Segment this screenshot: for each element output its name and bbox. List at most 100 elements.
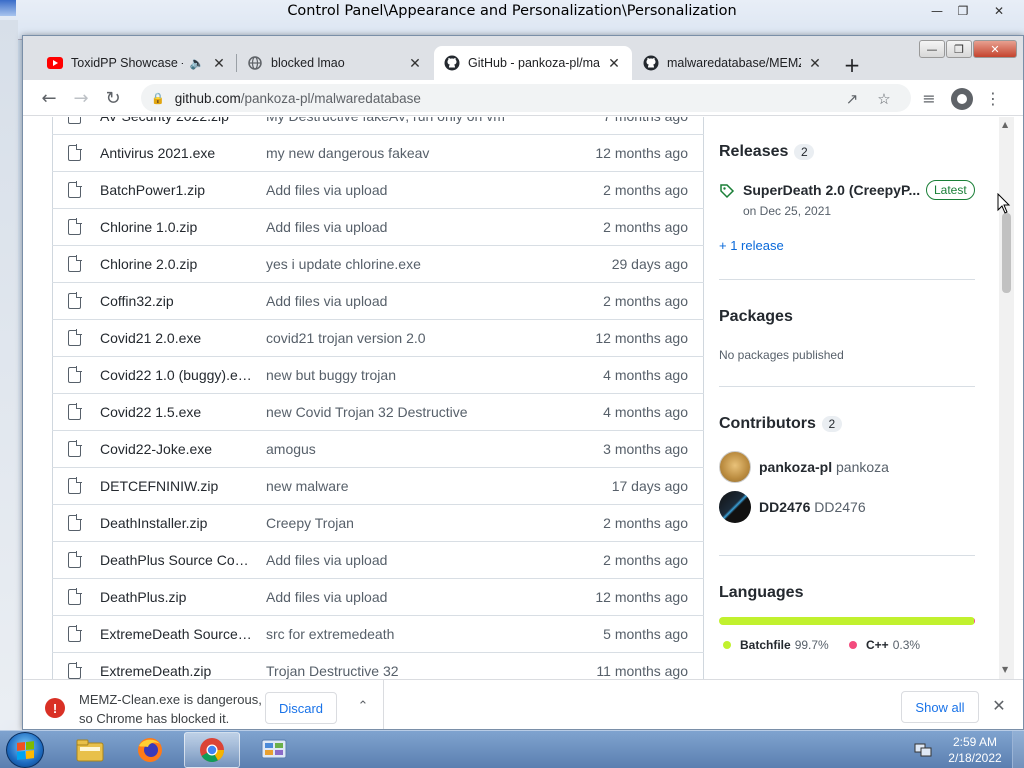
- commit-message-link[interactable]: Add files via upload: [266, 552, 566, 568]
- commit-message-link[interactable]: Add files via upload: [266, 219, 566, 235]
- avatar-dd2476[interactable]: [719, 491, 751, 523]
- contributor-pankoza[interactable]: pankoza-pl pankoza: [759, 459, 889, 475]
- taskbar-control-panel[interactable]: [246, 732, 302, 768]
- language-batchfile[interactable]: Batchfile 99.7%: [723, 638, 829, 652]
- close-window-button[interactable]: ✕: [973, 40, 1017, 58]
- scroll-down-arrow-icon[interactable]: ▼: [1002, 665, 1008, 674]
- file-row[interactable]: ExtremeDeath Source ... src for extremede…: [52, 615, 704, 652]
- file-row[interactable]: ExtremeDeath.zip Trojan Destructive 32 11 …: [52, 652, 704, 679]
- file-row[interactable]: AV Security 2022.zip My Destructive fakeA…: [52, 117, 704, 134]
- file-row[interactable]: Covid22 1.5.exe new Covid Trojan 32 Destr…: [52, 393, 704, 430]
- file-name-link[interactable]: Chlorine 2.0.zip: [100, 256, 252, 272]
- commit-message-link[interactable]: Add files via upload: [266, 182, 566, 198]
- taskbar-explorer[interactable]: [62, 732, 118, 768]
- tab-close-icon[interactable]: ✕: [211, 55, 227, 72]
- file-row[interactable]: DeathPlus Source Cod... Add files via upl…: [52, 541, 704, 578]
- commit-message-link[interactable]: new Covid Trojan 32 Destructive: [266, 404, 566, 420]
- scroll-thumb[interactable]: [1002, 213, 1011, 293]
- discard-button[interactable]: Discard: [265, 692, 337, 724]
- minimize-button[interactable]: —: [919, 40, 945, 58]
- tab-close-icon[interactable]: ✕: [807, 55, 823, 72]
- file-name-link[interactable]: ExtremeDeath Source ...: [100, 626, 252, 642]
- start-button[interactable]: [6, 732, 44, 768]
- file-row[interactable]: DeathPlus.zip Add files via upload 12 mont…: [52, 578, 704, 615]
- bookmark-star-icon[interactable]: ☆: [873, 88, 895, 110]
- contributors-heading[interactable]: Contributors 2: [719, 415, 842, 433]
- commit-message-link[interactable]: yes i update chlorine.exe: [266, 256, 566, 272]
- address-bar[interactable]: 🔒 github.com/pankoza-pl/malwaredatabase …: [141, 84, 911, 112]
- releases-heading[interactable]: Releases 2: [719, 143, 815, 161]
- language-cpp[interactable]: C++ 0.3%: [849, 638, 920, 652]
- file-row[interactable]: Antivirus 2021.exe my new dangerous fakea…: [52, 134, 704, 171]
- tab-blocked[interactable]: blocked lmao ✕: [237, 46, 433, 80]
- file-row[interactable]: Coffin32.zip Add files via upload 2 months…: [52, 282, 704, 319]
- show-desktop-button[interactable]: [1012, 731, 1024, 768]
- tab-toxidpp[interactable]: ToxidPP Showcase - Y 🔈 ✕: [37, 46, 237, 80]
- tab-memz[interactable]: malwaredatabase/MEMZ ✕: [633, 46, 833, 80]
- maximize-button[interactable]: ❐: [946, 40, 972, 58]
- file-name-link[interactable]: DeathPlus.zip: [100, 589, 252, 605]
- commit-message-link[interactable]: my new dangerous fakeav: [266, 145, 566, 161]
- file-name-link[interactable]: Covid22-Joke.exe: [100, 441, 252, 457]
- commit-message-link[interactable]: amogus: [266, 441, 566, 457]
- share-icon[interactable]: ↗: [841, 88, 863, 110]
- file-name-link[interactable]: Covid22 1.0 (buggy).exe: [100, 367, 252, 383]
- taskbar-chrome[interactable]: [184, 732, 240, 768]
- commit-message-link[interactable]: Add files via upload: [266, 293, 566, 309]
- file-name-link[interactable]: DeathPlus Source Cod...: [100, 552, 252, 568]
- chevron-up-icon[interactable]: ⌃: [351, 694, 375, 718]
- file-row[interactable]: Covid21 2.0.exe covid21 trojan version 2.…: [52, 319, 704, 356]
- file-name-link[interactable]: DETCEFNINIW.zip: [100, 478, 252, 494]
- file-name-link[interactable]: Covid22 1.5.exe: [100, 404, 252, 420]
- commit-message-link[interactable]: My Destructive fakeAV, run only on vm: [266, 117, 566, 124]
- commit-message-link[interactable]: Creepy Trojan: [266, 515, 566, 531]
- file-name-link[interactable]: Antivirus 2021.exe: [100, 145, 252, 161]
- tab-close-icon[interactable]: ✕: [407, 55, 423, 72]
- file-row[interactable]: Chlorine 2.0.zip yes i update chlorine.ex…: [52, 245, 704, 282]
- clock[interactable]: 2:59 AM 2/18/2022: [944, 734, 1006, 766]
- reload-icon[interactable]: ↻: [101, 86, 125, 110]
- file-name-link[interactable]: BatchPower1.zip: [100, 182, 252, 198]
- network-icon[interactable]: [914, 742, 932, 758]
- taskbar-firefox[interactable]: [122, 732, 178, 768]
- file-name-link[interactable]: Chlorine 1.0.zip: [100, 219, 252, 235]
- tab-github-malwaredatabase[interactable]: GitHub - pankoza-pl/mal ✕: [434, 46, 632, 80]
- cp-maximize-button[interactable]: ❐: [950, 2, 976, 19]
- file-name-link[interactable]: AV Security 2022.zip: [100, 117, 252, 124]
- avatar-pankoza[interactable]: [719, 451, 751, 483]
- file-row[interactable]: Covid22 1.0 (buggy).exe new but buggy tro…: [52, 356, 704, 393]
- profile-avatar-icon[interactable]: [951, 88, 973, 110]
- tab-close-icon[interactable]: ✕: [606, 55, 622, 72]
- back-arrow-icon[interactable]: ←: [37, 86, 61, 110]
- scroll-up-arrow-icon[interactable]: ▲: [1002, 120, 1008, 129]
- new-tab-button[interactable]: +: [838, 51, 866, 79]
- contributor-dd2476[interactable]: DD2476 DD2476: [759, 499, 866, 515]
- file-name-link[interactable]: Coffin32.zip: [100, 293, 252, 309]
- file-row[interactable]: DeathInstaller.zip Creepy Trojan 2 months …: [52, 504, 704, 541]
- packages-heading[interactable]: Packages: [719, 308, 793, 326]
- file-row[interactable]: BatchPower1.zip Add files via upload 2 mon…: [52, 171, 704, 208]
- file-row[interactable]: Chlorine 1.0.zip Add files via upload 2 mo…: [52, 208, 704, 245]
- show-all-button[interactable]: Show all: [901, 691, 979, 723]
- file-name-link[interactable]: Covid21 2.0.exe: [100, 330, 252, 346]
- forward-arrow-icon[interactable]: →: [69, 86, 93, 110]
- reading-list-icon[interactable]: ≡: [917, 86, 941, 110]
- cp-minimize-button[interactable]: —: [924, 2, 950, 19]
- file-name-link[interactable]: DeathInstaller.zip: [100, 515, 252, 531]
- file-row[interactable]: Covid22-Joke.exe amogus 3 months ago: [52, 430, 704, 467]
- close-download-bar-icon[interactable]: ✕: [987, 694, 1011, 718]
- commit-message-link[interactable]: Add files via upload: [266, 589, 566, 605]
- speaker-icon[interactable]: 🔈: [189, 56, 205, 70]
- more-releases-link[interactable]: + 1 release: [719, 238, 784, 253]
- commit-message-link[interactable]: src for extremedeath: [266, 626, 566, 642]
- file-row[interactable]: DETCEFNINIW.zip new malware 17 days ago: [52, 467, 704, 504]
- latest-release-link[interactable]: SuperDeath 2.0 (CreepyP...: [743, 182, 920, 198]
- cp-close-button[interactable]: ✕: [986, 2, 1012, 19]
- menu-dots-icon[interactable]: ⋮: [981, 86, 1005, 110]
- commit-message-link[interactable]: covid21 trojan version 2.0: [266, 330, 566, 346]
- file-icon: [68, 255, 82, 272]
- file-name-link[interactable]: ExtremeDeath.zip: [100, 663, 252, 679]
- commit-message-link[interactable]: new malware: [266, 478, 566, 494]
- commit-message-link[interactable]: new but buggy trojan: [266, 367, 566, 383]
- commit-message-link[interactable]: Trojan Destructive 32: [266, 663, 566, 679]
